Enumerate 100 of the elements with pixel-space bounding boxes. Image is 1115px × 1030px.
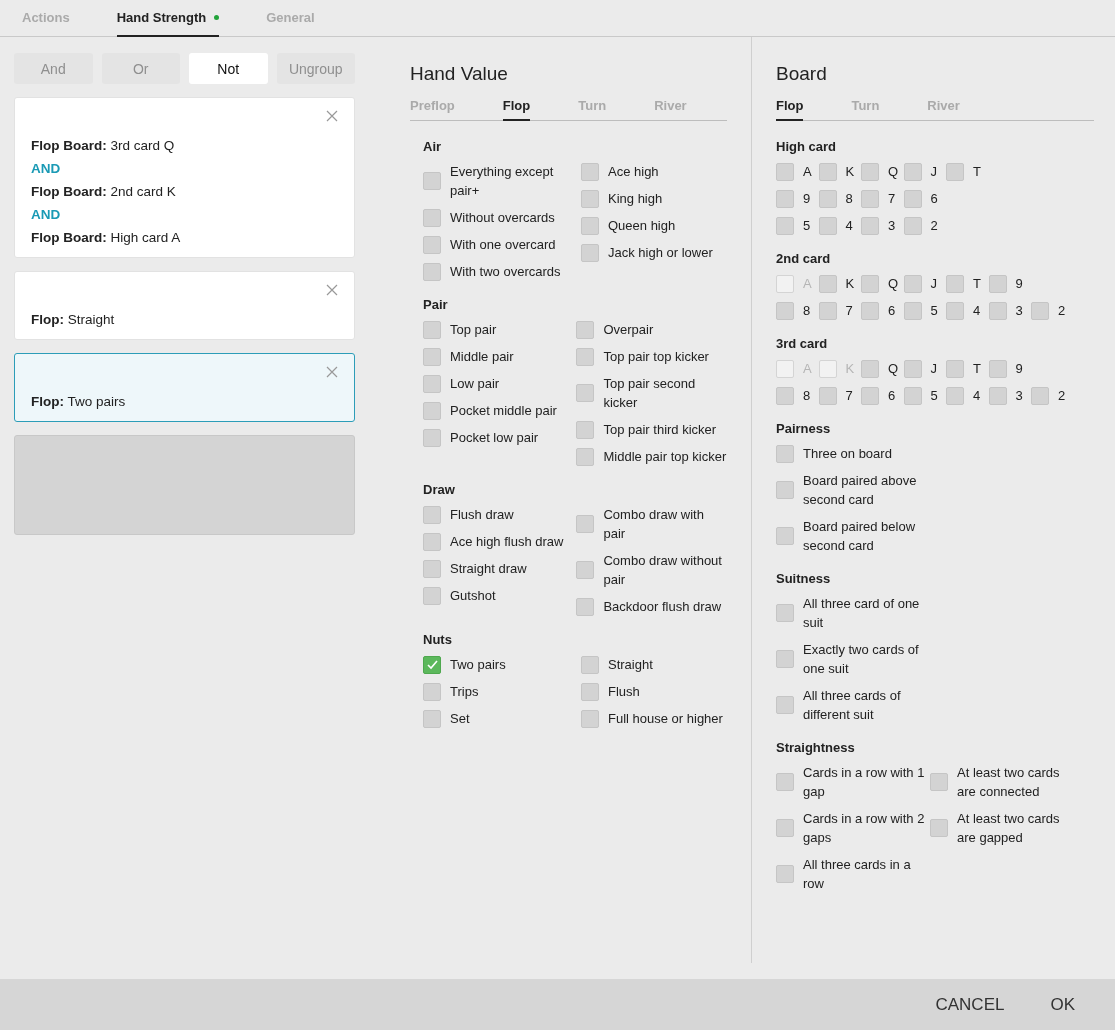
street-tab[interactable]: Flop [502, 95, 531, 121]
checkbox[interactable] [576, 347, 595, 366]
street-tab[interactable]: River [654, 95, 687, 121]
checkbox[interactable] [776, 527, 794, 545]
checkbox[interactable] [776, 773, 794, 791]
checkbox[interactable] [776, 819, 794, 837]
checkbox[interactable] [776, 696, 794, 714]
checkbox[interactable] [576, 597, 595, 616]
checkbox[interactable] [423, 709, 441, 728]
dialog-button[interactable]: CANCEL [913, 986, 1027, 1023]
condition-card[interactable]: Flop: Two pairs [14, 353, 355, 422]
checkbox[interactable] [776, 865, 794, 883]
checkbox[interactable] [776, 301, 794, 320]
street-tab[interactable]: Turn [851, 95, 880, 121]
checkbox[interactable] [581, 655, 599, 674]
status-dot-icon [214, 15, 220, 20]
checkbox[interactable] [423, 428, 441, 447]
checkbox[interactable] [1031, 386, 1049, 405]
checkbox[interactable] [861, 162, 879, 181]
checkbox[interactable] [776, 216, 794, 235]
checkbox[interactable] [818, 189, 837, 208]
checkbox[interactable] [423, 347, 441, 366]
checkbox[interactable] [423, 655, 441, 674]
checkbox[interactable] [946, 386, 964, 405]
checkbox[interactable] [903, 274, 922, 293]
checkbox[interactable] [423, 532, 441, 551]
checkbox[interactable] [930, 819, 948, 837]
checkbox[interactable] [861, 216, 879, 235]
checkbox[interactable] [861, 274, 879, 293]
checkbox[interactable] [946, 301, 964, 320]
checkbox[interactable] [581, 216, 599, 235]
close-icon[interactable] [326, 110, 338, 122]
checkbox[interactable] [930, 773, 948, 791]
option-label: Ace high flush draw [450, 533, 564, 551]
checkbox[interactable] [423, 682, 441, 701]
street-tab[interactable]: Preflop [410, 95, 455, 121]
checkbox[interactable] [576, 420, 595, 439]
checkbox[interactable] [576, 320, 595, 339]
drop-area[interactable] [14, 435, 355, 535]
checkbox[interactable] [776, 386, 794, 405]
checkbox[interactable] [423, 320, 441, 339]
checkbox[interactable] [776, 444, 794, 463]
checkbox[interactable] [903, 386, 922, 405]
checkbox[interactable] [946, 359, 964, 378]
checkbox[interactable] [423, 262, 441, 281]
checkbox[interactable] [861, 189, 879, 208]
checkbox[interactable] [423, 235, 441, 254]
checkbox[interactable] [576, 447, 595, 466]
dialog-button[interactable]: OK [1028, 986, 1097, 1023]
checkbox[interactable] [776, 604, 794, 622]
tab[interactable]: Actions [22, 0, 70, 37]
street-tab[interactable]: Turn [578, 95, 607, 121]
checkbox[interactable] [946, 162, 964, 181]
checkbox[interactable] [903, 301, 922, 320]
condition-card[interactable]: Flop: Straight [14, 271, 355, 340]
checkbox[interactable] [988, 274, 1007, 293]
condition-card[interactable]: Flop Board: 3rd card Q AND Flop Board: 2nd card K AND Flop Board: High card A [14, 97, 355, 258]
street-tab[interactable]: Flop [776, 95, 804, 121]
checkbox[interactable] [988, 359, 1007, 378]
checkbox[interactable] [818, 162, 837, 181]
checkbox[interactable] [423, 559, 441, 578]
checkbox[interactable] [861, 301, 879, 320]
checkbox[interactable] [946, 274, 964, 293]
checkbox[interactable] [581, 162, 599, 181]
checkbox[interactable] [818, 216, 837, 235]
checkbox[interactable] [776, 650, 794, 668]
checkbox[interactable] [903, 189, 922, 208]
checkbox[interactable] [423, 374, 441, 393]
checkbox[interactable] [581, 243, 599, 262]
checkbox[interactable] [576, 515, 595, 533]
checkbox[interactable] [861, 359, 879, 378]
checkbox[interactable] [776, 481, 794, 499]
checkbox[interactable] [581, 709, 599, 728]
checkbox[interactable] [1031, 301, 1049, 320]
checkbox[interactable] [818, 301, 837, 320]
logic-button[interactable]: Not [189, 53, 268, 84]
checkbox[interactable] [903, 162, 922, 181]
checkbox[interactable] [818, 274, 837, 293]
checkbox[interactable] [776, 162, 794, 181]
checkbox[interactable] [988, 386, 1007, 405]
tab[interactable]: Hand Strength [116, 0, 220, 37]
checkbox[interactable] [423, 172, 441, 190]
tab[interactable]: General [266, 0, 315, 37]
checkbox[interactable] [988, 301, 1007, 320]
checkbox[interactable] [776, 189, 794, 208]
checkbox[interactable] [423, 505, 441, 524]
checkbox[interactable] [581, 189, 599, 208]
street-tab[interactable]: River [927, 95, 960, 121]
checkbox[interactable] [576, 384, 595, 402]
checkbox[interactable] [423, 208, 441, 227]
checkbox[interactable] [903, 216, 922, 235]
checkbox[interactable] [576, 561, 595, 579]
checkbox[interactable] [903, 359, 922, 378]
checkbox[interactable] [423, 586, 441, 605]
checkbox[interactable] [423, 401, 441, 420]
checkbox[interactable] [861, 386, 879, 405]
close-icon[interactable] [326, 366, 338, 378]
close-icon[interactable] [326, 284, 338, 296]
checkbox[interactable] [581, 682, 599, 701]
checkbox[interactable] [818, 386, 837, 405]
